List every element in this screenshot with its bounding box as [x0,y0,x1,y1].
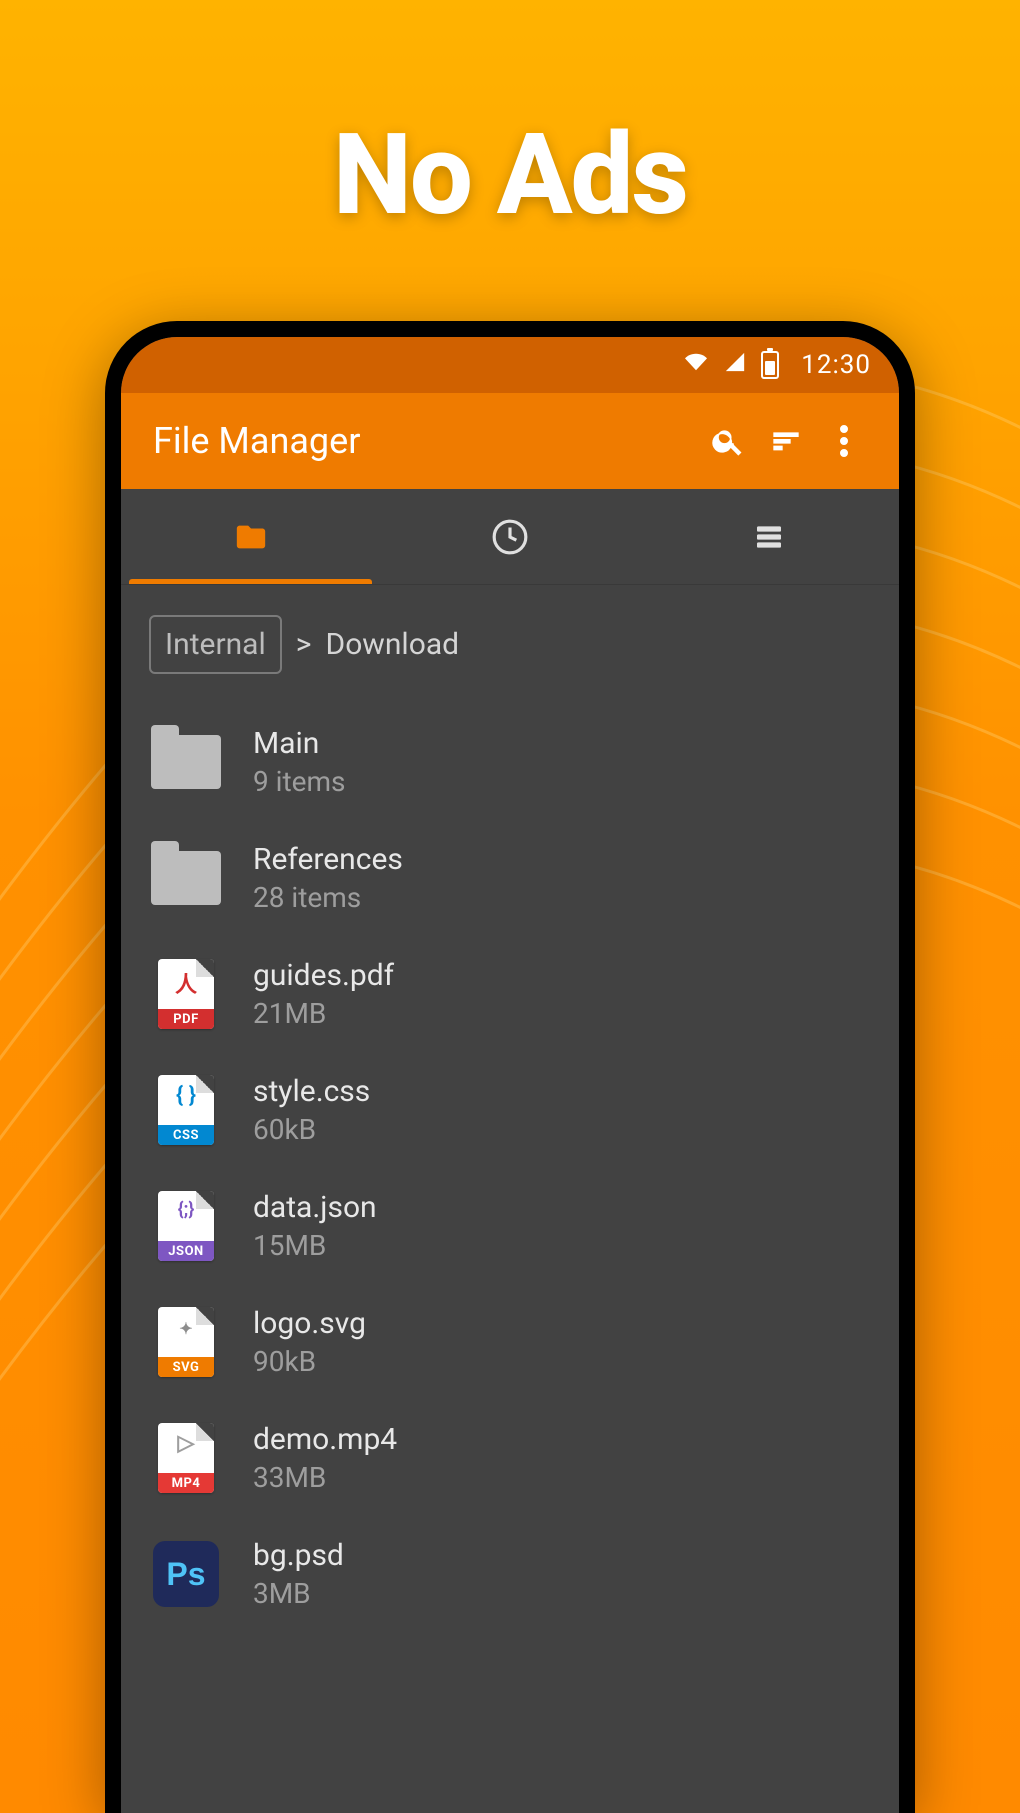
item-meta: 60kB [253,1113,370,1146]
status-time: 12:30 [801,350,871,380]
list-item[interactable]: References 28 items [121,822,899,934]
item-meta: 28 items [253,881,403,914]
tab-bar [121,489,899,585]
list-item[interactable]: Main 9 items [121,706,899,818]
item-meta: 90kB [253,1345,366,1378]
menu-overflow-icon[interactable] [815,412,873,470]
item-meta: 33MB [253,1461,397,1494]
tab-files[interactable] [121,489,380,584]
file-list: Main 9 items References 28 items 人PDF guides.… [121,702,899,1630]
device-frame: 12:30 File Manager [105,321,915,1813]
item-name: style.css [253,1074,370,1109]
search-icon[interactable] [699,412,757,470]
list-item[interactable]: 人PDF guides.pdf 21MB [121,938,899,1050]
breadcrumb: Internal > Download [121,585,899,702]
list-item[interactable]: ▷MP4 demo.mp4 33MB [121,1402,899,1514]
status-bar: 12:30 [121,337,899,393]
json-file-icon: {;}JSON [149,1196,223,1256]
pdf-file-icon: 人PDF [149,964,223,1024]
folder-icon [149,848,223,908]
svg-file-icon: ✦SVG [149,1312,223,1372]
breadcrumb-separator: > [296,627,312,662]
item-meta: 15MB [253,1229,377,1262]
list-item[interactable]: {;}JSON data.json 15MB [121,1170,899,1282]
signal-icon [723,350,747,380]
item-name: bg.psd [253,1538,344,1573]
sort-icon[interactable] [757,412,815,470]
list-item[interactable]: { }CSS style.css 60kB [121,1054,899,1166]
item-meta: 3MB [253,1577,344,1610]
item-name: Main [253,726,346,761]
app-bar: File Manager [121,393,899,489]
app-title: File Manager [153,420,699,462]
item-meta: 21MB [253,997,394,1030]
item-name: logo.svg [253,1306,366,1341]
breadcrumb-current: Download [326,627,460,662]
breadcrumb-root[interactable]: Internal [149,615,282,674]
item-name: guides.pdf [253,958,394,993]
item-name: References [253,842,403,877]
css-file-icon: { }CSS [149,1080,223,1140]
item-name: demo.mp4 [253,1422,397,1457]
list-item[interactable]: ✦SVG logo.svg 90kB [121,1286,899,1398]
wifi-icon [683,350,709,380]
list-item[interactable]: Ps bg.psd 3MB [121,1518,899,1630]
psd-icon: Ps [149,1544,223,1604]
item-name: data.json [253,1190,377,1225]
battery-icon [761,351,779,379]
item-meta: 9 items [253,765,346,798]
tab-recent[interactable] [380,489,639,584]
folder-icon [149,732,223,792]
tab-storage[interactable] [640,489,899,584]
promo-headline: No Ads [333,110,687,241]
mp4-file-icon: ▷MP4 [149,1428,223,1488]
